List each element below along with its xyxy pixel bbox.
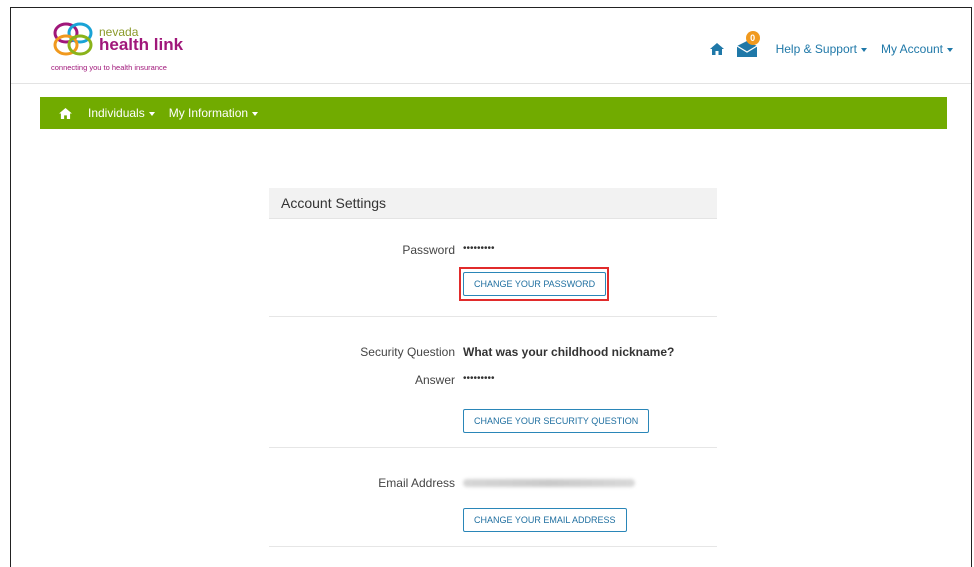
logo-title: health link — [99, 35, 184, 54]
main-nav-bar: Individuals My Information — [40, 97, 947, 129]
security-question-label: Security Question — [360, 345, 455, 359]
chevron-down-icon — [947, 47, 953, 52]
inbox-count-badge: 0 — [745, 31, 760, 45]
inbox-button[interactable]: 0 — [736, 31, 760, 57]
help-support-label: Help & Support — [775, 42, 857, 56]
divider — [269, 546, 717, 547]
divider — [269, 447, 717, 448]
site-header: nevada health link connecting you to hea… — [11, 8, 971, 84]
change-email-button[interactable]: CHANGE YOUR EMAIL ADDRESS — [463, 508, 627, 532]
my-account-menu[interactable]: My Account — [881, 42, 953, 56]
header-links: 0 Help & Support My Account — [709, 31, 961, 57]
password-value: ••••••••• — [463, 243, 495, 254]
nav-my-information-label: My Information — [168, 106, 249, 120]
answer-label: Answer — [414, 373, 455, 387]
divider — [269, 316, 717, 317]
answer-value: ••••••••• — [463, 373, 495, 384]
home-icon[interactable] — [59, 107, 72, 119]
my-account-label: My Account — [880, 42, 943, 56]
nav-individuals-label: Individuals — [88, 106, 145, 120]
password-label: Password — [402, 243, 455, 257]
email-value-blurred — [463, 476, 635, 490]
home-icon[interactable] — [709, 43, 724, 55]
email-label: Email Address — [378, 476, 455, 490]
account-settings-panel: Account Settings Password ••••••••• CHAN… — [269, 188, 717, 547]
email-value — [463, 479, 635, 487]
nav-individuals[interactable]: Individuals — [88, 106, 155, 120]
chevron-down-icon — [252, 111, 259, 116]
nav-my-information[interactable]: My Information — [168, 106, 259, 120]
chevron-down-icon — [148, 111, 155, 116]
change-security-question-button[interactable]: CHANGE YOUR SECURITY QUESTION — [463, 409, 650, 433]
nevada-health-link-logo[interactable]: nevada health link connecting you to hea… — [51, 20, 251, 75]
security-question-value: What was your childhood nickname? — [463, 345, 675, 359]
panel-title: Account Settings — [269, 188, 717, 219]
chevron-down-icon — [860, 47, 867, 52]
logo-knot-icon — [53, 22, 93, 56]
change-password-button[interactable]: CHANGE YOUR PASSWORD — [463, 272, 607, 296]
browser-page: nevada health link connecting you to hea… — [10, 7, 972, 567]
help-support-menu[interactable]: Help & Support — [776, 42, 867, 56]
logo-tagline: connecting you to health insurance — [51, 63, 167, 72]
